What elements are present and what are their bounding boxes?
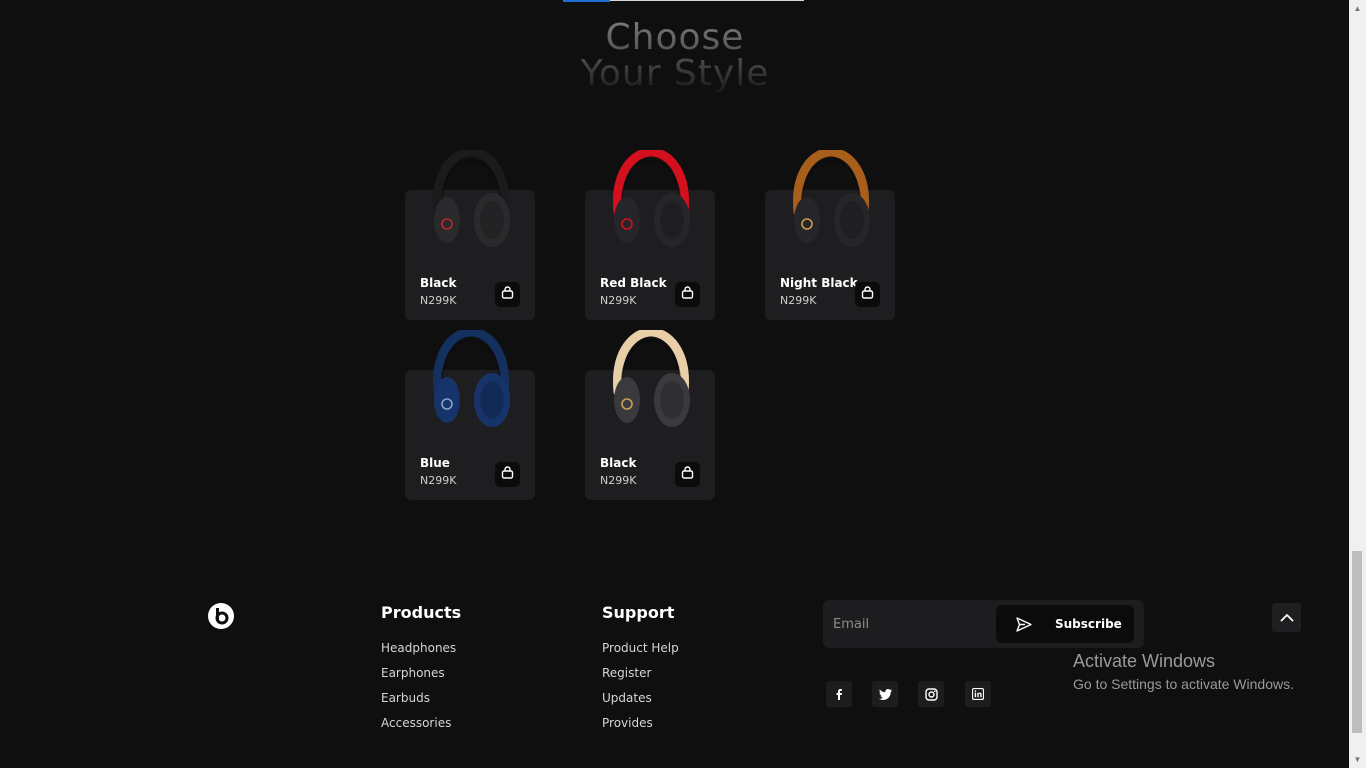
linkedin-icon[interactable]	[965, 681, 991, 707]
shopping-bag-icon	[501, 465, 514, 484]
footer-link-headphones[interactable]: Headphones	[381, 641, 456, 655]
twitter-icon[interactable]	[872, 681, 898, 707]
section-heading: Choose Your Style	[560, 20, 790, 92]
product-name: Black	[600, 456, 637, 470]
scroll-up-arrow-icon[interactable]: ▲	[1349, 0, 1366, 17]
product-card[interactable]: Red Black N299K	[585, 147, 715, 320]
activate-windows-title: Activate Windows	[1073, 651, 1216, 671]
headphones-icon	[790, 147, 872, 250]
shopping-bag-icon	[861, 285, 874, 304]
heading-line-2: Your Style	[580, 53, 770, 94]
product-price: N299K	[420, 474, 457, 487]
send-icon	[1016, 617, 1032, 637]
product-card[interactable]: Blue N299K	[405, 327, 535, 500]
add-to-cart-button[interactable]	[675, 282, 700, 307]
subscribe-button[interactable]: Subscribe	[996, 605, 1134, 643]
scrollbar-thumb[interactable]	[1352, 551, 1362, 733]
facebook-icon[interactable]	[826, 681, 852, 707]
footer-link-earphones[interactable]: Earphones	[381, 666, 445, 680]
beats-logo-icon[interactable]	[208, 603, 234, 629]
activate-windows-subtitle: Go to Settings to activate Windows.	[1073, 676, 1294, 692]
footer-products-title: Products	[381, 603, 462, 622]
footer-link-register[interactable]: Register	[602, 666, 651, 680]
shopping-bag-icon	[681, 285, 694, 304]
footer-link-product-help[interactable]: Product Help	[602, 641, 679, 655]
email-input[interactable]	[823, 600, 1003, 648]
subscribe-label: Subscribe	[1055, 617, 1122, 631]
product-card[interactable]: Black N299K	[405, 147, 535, 320]
product-name: Red Black	[600, 276, 667, 290]
product-price: N299K	[600, 474, 637, 487]
footer-support-title: Support	[602, 603, 675, 622]
add-to-cart-button[interactable]	[495, 282, 520, 307]
product-name: Night Black	[780, 276, 858, 290]
footer-link-provides[interactable]: Provides	[602, 716, 653, 730]
product-name: Black	[420, 276, 457, 290]
scroll-down-arrow-icon[interactable]: ▼	[1349, 751, 1366, 768]
product-price: N299K	[780, 294, 817, 307]
product-price: N299K	[420, 294, 457, 307]
shopping-bag-icon	[681, 465, 694, 484]
instagram-icon[interactable]	[918, 681, 944, 707]
add-to-cart-button[interactable]	[675, 462, 700, 487]
subscribe-form: Subscribe	[823, 600, 1144, 648]
chevron-up-icon	[1280, 609, 1294, 627]
headphones-icon	[430, 147, 512, 250]
product-name: Blue	[420, 456, 450, 470]
product-card[interactable]: Night Black N299K	[765, 147, 895, 320]
headphones-icon	[430, 327, 512, 430]
scroll-to-top-button[interactable]	[1272, 603, 1301, 632]
shopping-bag-icon	[501, 285, 514, 304]
add-to-cart-button[interactable]	[495, 462, 520, 487]
product-price: N299K	[600, 294, 637, 307]
product-card[interactable]: Black N299K	[585, 327, 715, 500]
heading-line-1: Choose	[605, 17, 745, 58]
footer-link-accessories[interactable]: Accessories	[381, 716, 451, 730]
footer-link-updates[interactable]: Updates	[602, 691, 652, 705]
add-to-cart-button[interactable]	[855, 282, 880, 307]
headphones-icon	[610, 327, 692, 430]
section-divider-accent	[563, 0, 610, 2]
footer-link-earbuds[interactable]: Earbuds	[381, 691, 430, 705]
headphones-icon	[610, 147, 692, 250]
